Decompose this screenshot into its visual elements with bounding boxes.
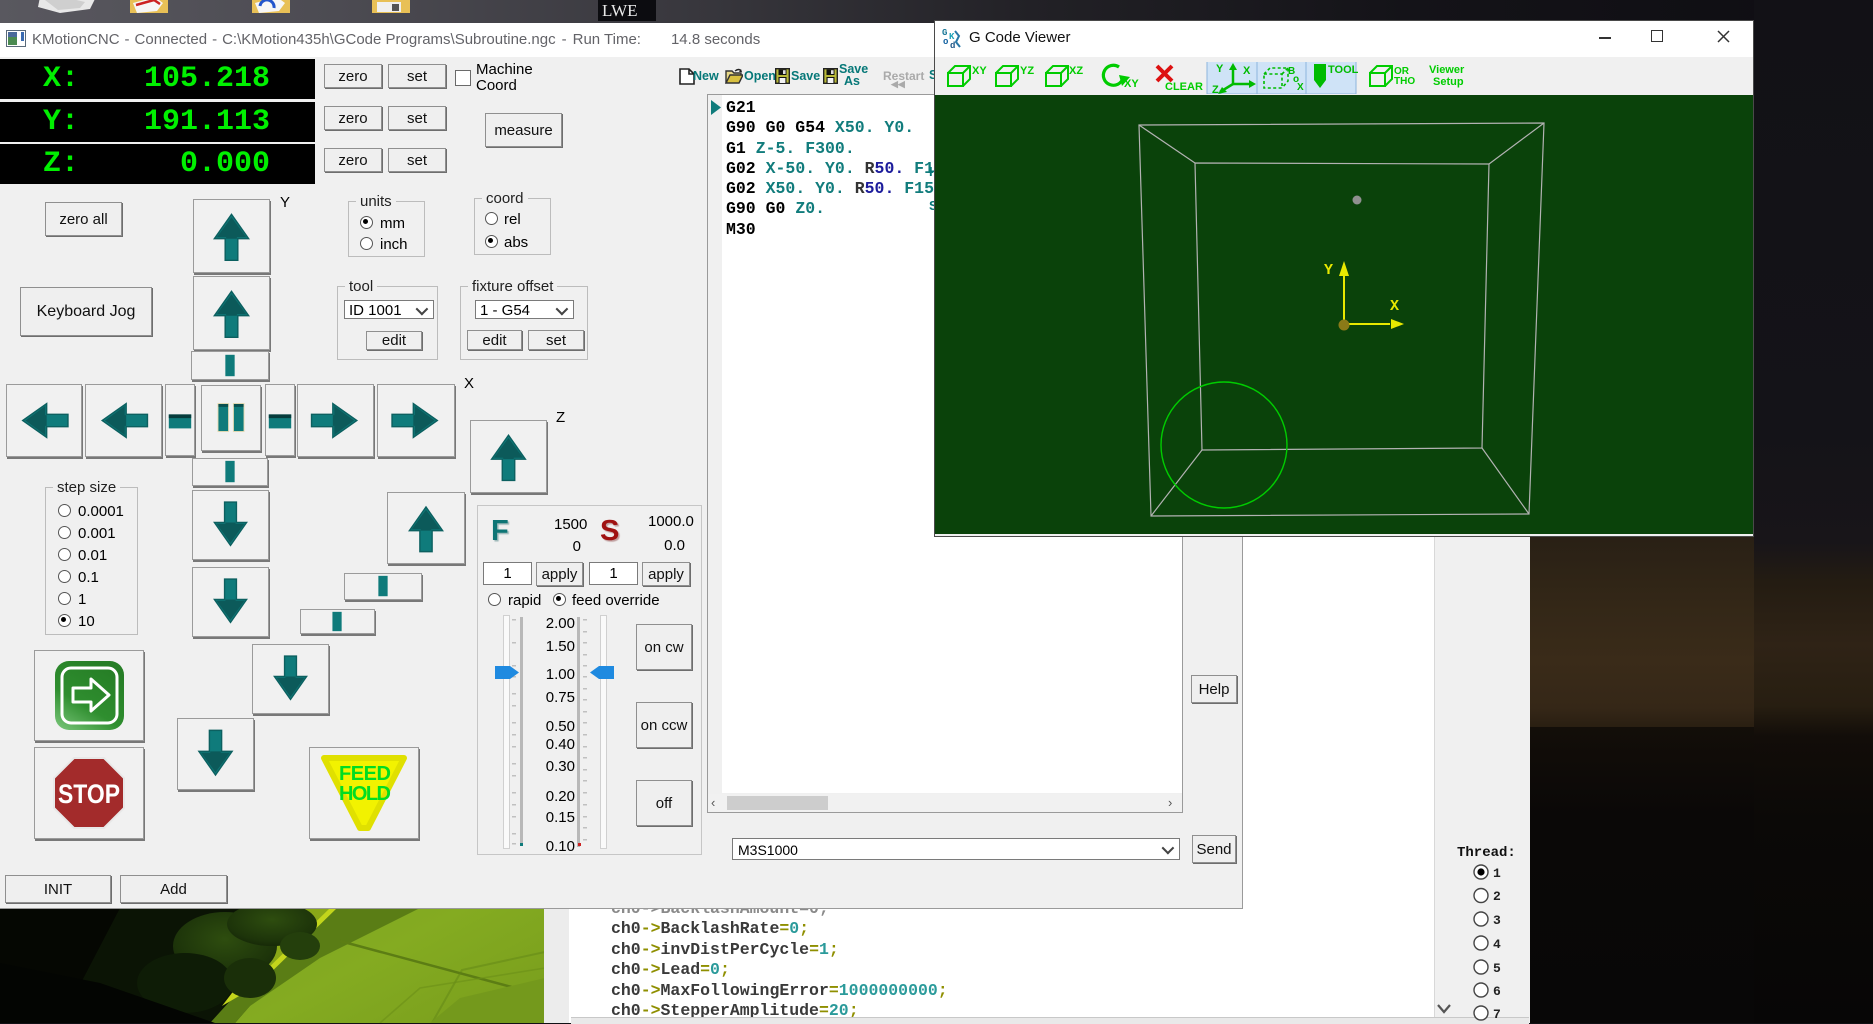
svg-text:5: 5 [1493,961,1501,976]
svg-text:7: 7 [1493,1007,1501,1022]
svg-text:THO: THO [1394,76,1415,87]
svg-text:6: 6 [1493,984,1501,999]
svg-text:HOLD: HOLD [339,783,391,805]
svg-text:Setup: Setup [1433,76,1464,88]
svg-text:Y: Y [1324,262,1333,279]
svg-text:1: 1 [1493,866,1501,881]
svg-text:X: X [1243,65,1251,77]
svg-text:TOOL: TOOL [1328,64,1359,76]
svg-text:YZ: YZ [1020,65,1034,77]
svg-text:o: o [943,37,948,47]
svg-text:Y: Y [1216,63,1224,75]
svg-text:d: d [950,41,955,50]
svg-text:2: 2 [1493,889,1501,904]
svg-text:LWE: LWE [602,1,638,20]
svg-text:STOP: STOP [58,779,120,809]
svg-text:Viewer: Viewer [1429,64,1465,76]
svg-text:XY: XY [972,65,987,77]
svg-text:FEED: FEED [339,763,391,785]
svg-text:X: X [1390,298,1399,315]
svg-text:X: X [1297,82,1304,93]
svg-text:XZ: XZ [1069,65,1083,77]
svg-text:Z: Z [1212,84,1219,94]
svg-text:4: 4 [1493,937,1501,952]
svg-text:CLEAR: CLEAR [1165,81,1203,93]
svg-text:3: 3 [1493,913,1501,928]
svg-text:XY: XY [1124,78,1139,90]
